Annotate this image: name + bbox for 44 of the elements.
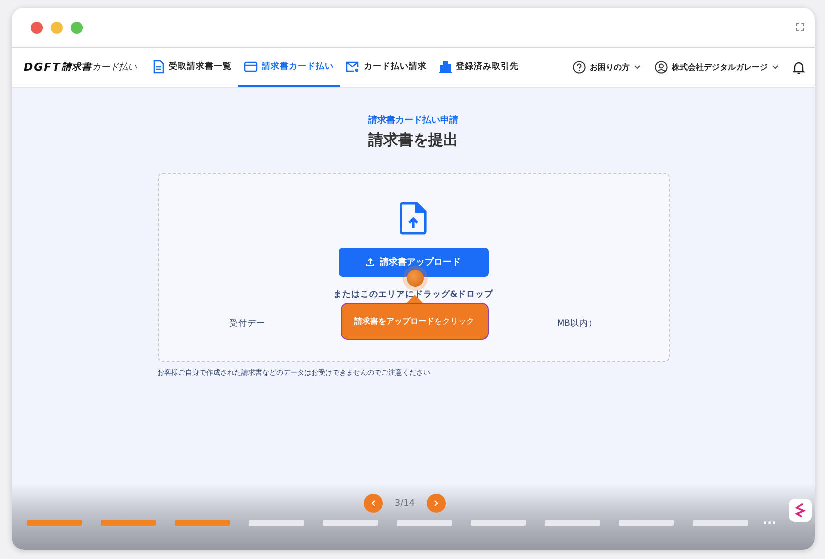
progress-step[interactable] xyxy=(323,520,378,526)
progress-step[interactable] xyxy=(693,520,748,526)
upload-icon xyxy=(366,258,375,267)
bell-icon[interactable] xyxy=(793,60,805,74)
nav-tab[interactable]: 登録済み取引先 xyxy=(433,48,526,87)
zigzag-logo-icon xyxy=(795,503,806,518)
progress-step[interactable] xyxy=(471,520,526,526)
drop-hint: またはこのエリアにドラッグ&ドロップ xyxy=(333,289,494,301)
progress-step[interactable] xyxy=(249,520,304,526)
chevron-right-icon xyxy=(434,500,439,507)
card-icon xyxy=(244,60,258,72)
page-title: 請求書を提出 xyxy=(368,131,458,150)
chevron-down-icon xyxy=(634,65,641,70)
previous-button[interactable] xyxy=(364,494,383,513)
file-size-limit-text: MB以内） xyxy=(557,318,598,330)
fullscreen-icon[interactable] xyxy=(796,23,805,32)
mail-icon xyxy=(346,60,360,72)
nav-tab[interactable]: 請求書カード払い xyxy=(238,48,340,87)
nav-tab[interactable]: 受取請求書一覧 xyxy=(147,48,238,87)
progress-step[interactable] xyxy=(27,520,82,526)
progress-step[interactable] xyxy=(545,520,600,526)
building-icon xyxy=(439,60,452,73)
user-icon xyxy=(655,61,668,74)
close-button[interactable] xyxy=(31,22,43,34)
help-icon xyxy=(573,61,586,74)
next-button[interactable] xyxy=(427,494,446,513)
app-logo[interactable]: DGFT請求書カード払い xyxy=(24,48,138,87)
minimize-button[interactable] xyxy=(51,22,63,34)
progress-step[interactable] xyxy=(397,520,452,526)
progress-step[interactable] xyxy=(175,520,230,526)
upload-button[interactable]: 請求書アップロード xyxy=(338,248,488,277)
accepted-formats-text: 受付デー xyxy=(230,318,266,330)
brand-logo-button[interactable] xyxy=(789,499,812,522)
chevron-down-icon xyxy=(772,65,779,70)
chevron-left-icon xyxy=(371,500,376,507)
step-counter: 3/14 xyxy=(394,498,416,508)
nav-tab[interactable]: カード払い請求 xyxy=(340,48,434,87)
hotspot-marker xyxy=(406,270,424,287)
page-eyebrow: 請求書カード払い申請 xyxy=(368,114,458,127)
document-icon xyxy=(153,60,166,74)
progress-step[interactable] xyxy=(619,520,674,526)
zoom-button[interactable] xyxy=(71,22,83,34)
progress-step[interactable] xyxy=(101,520,156,526)
file-upload-icon xyxy=(400,202,427,235)
